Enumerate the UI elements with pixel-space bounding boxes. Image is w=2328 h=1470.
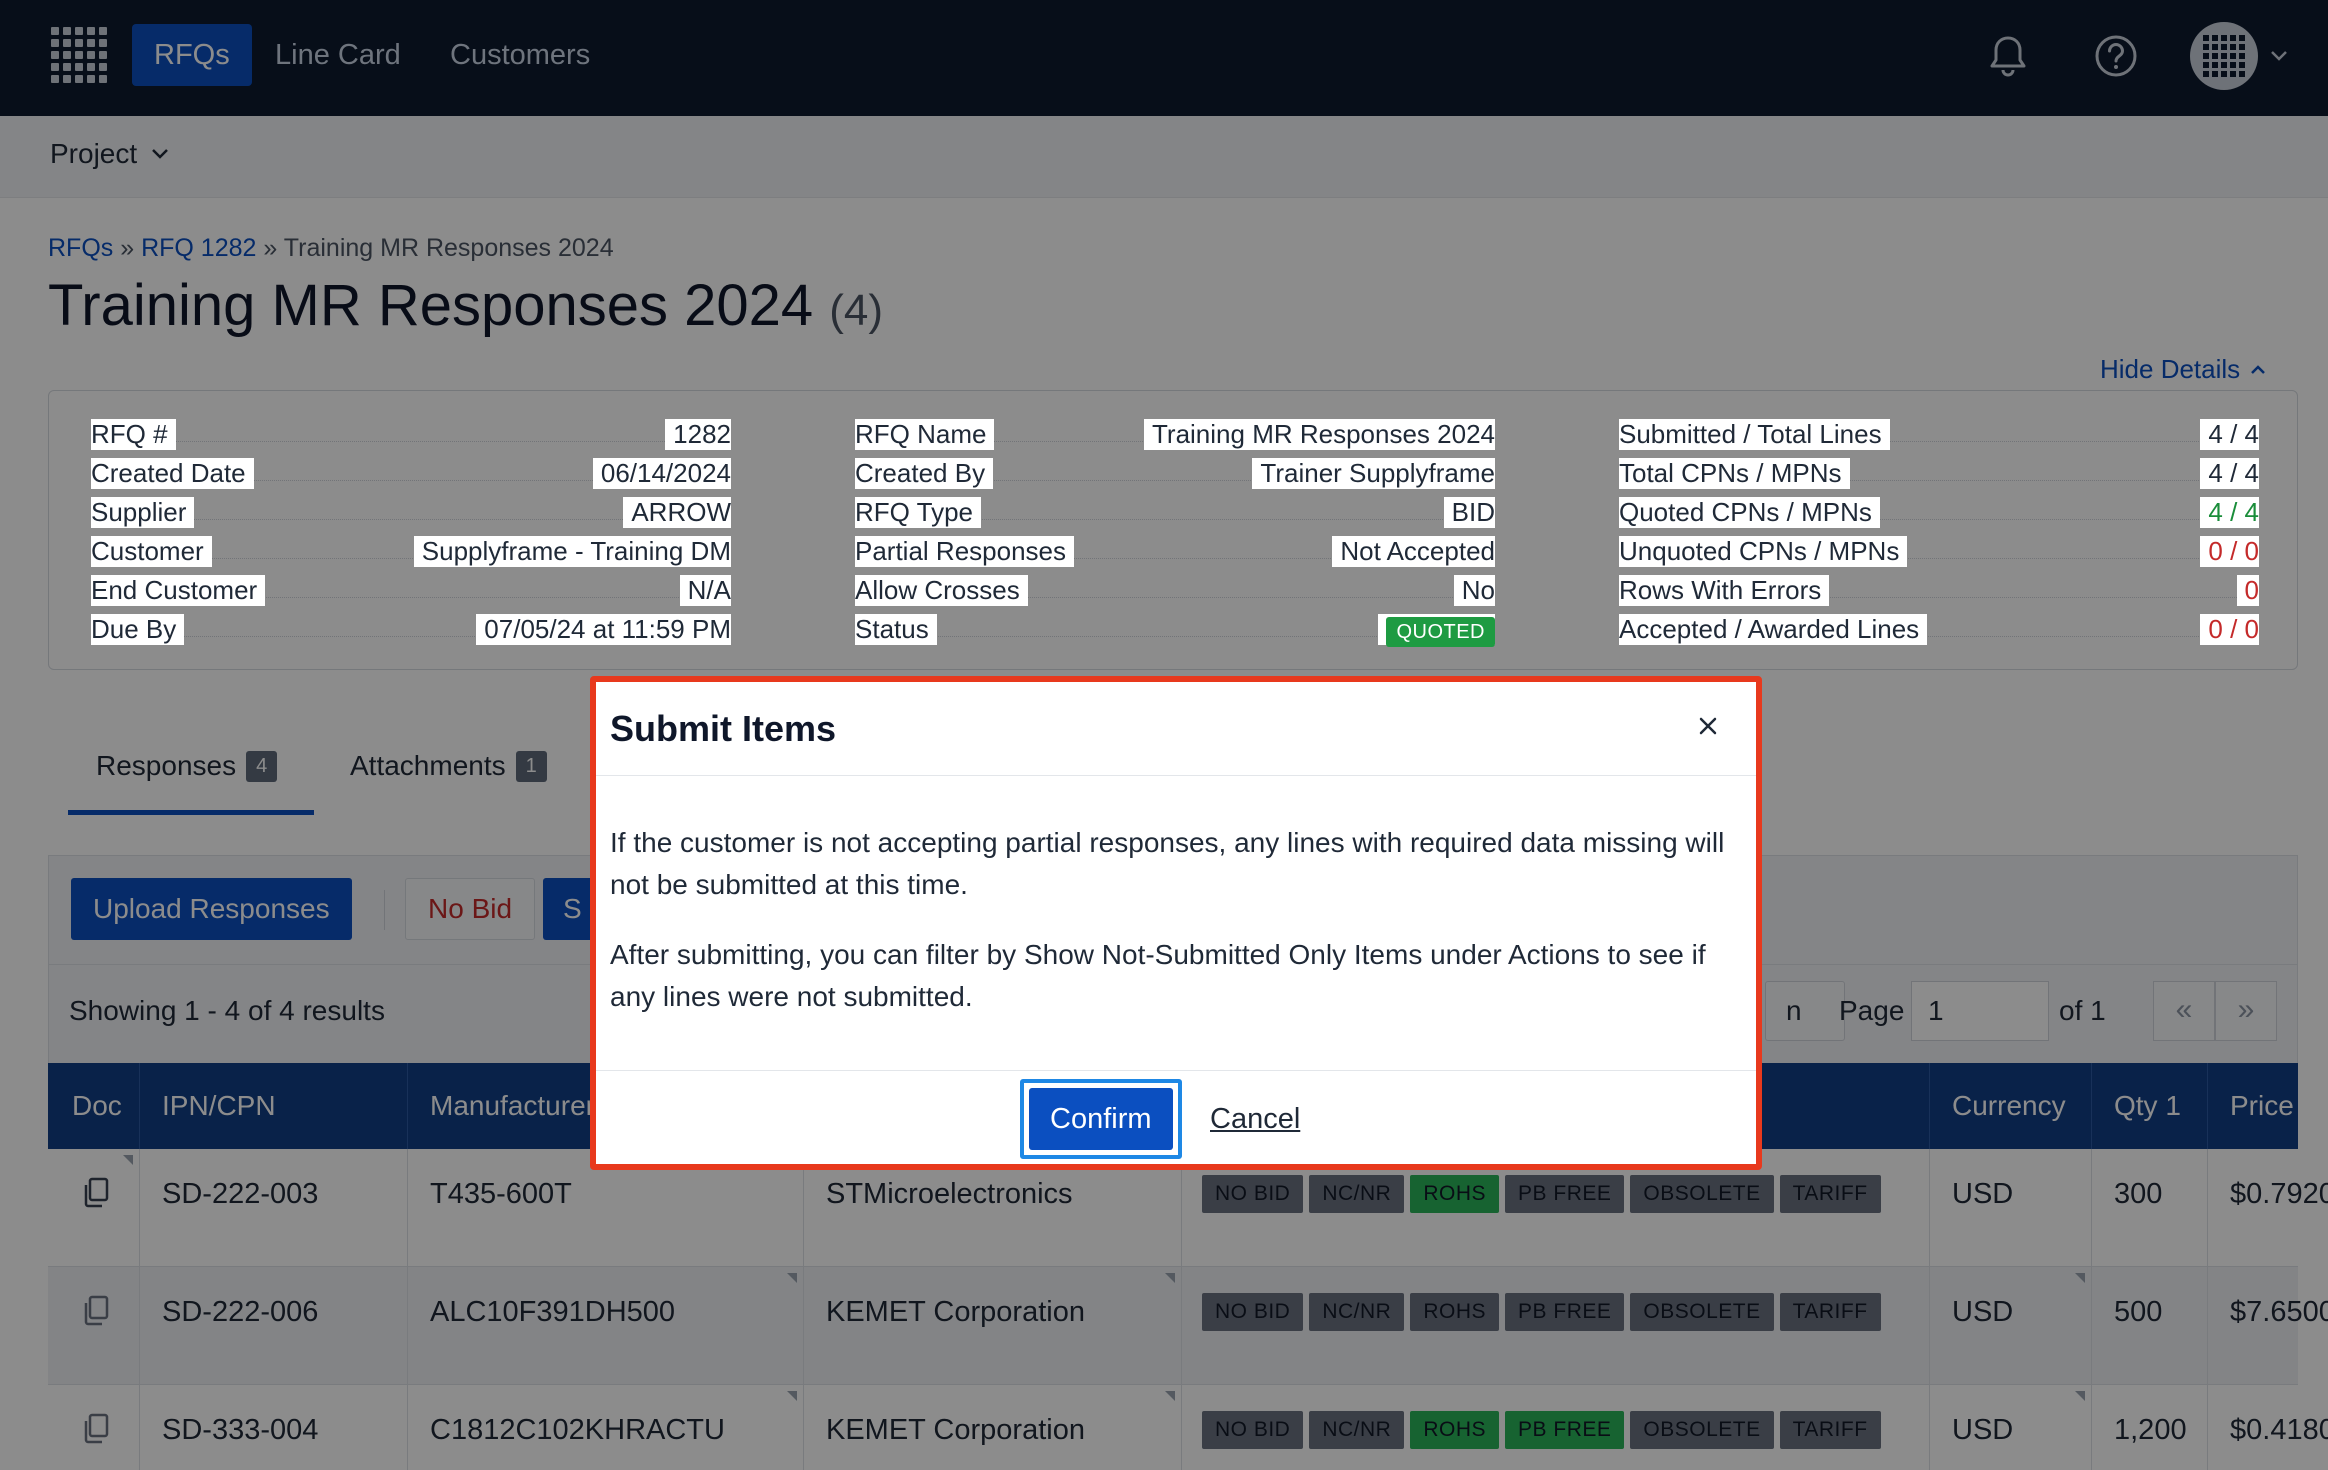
detail-value: ARROW bbox=[623, 497, 731, 528]
detail-key: Created Date bbox=[91, 458, 254, 489]
detail-value: Trainer Supplyframe bbox=[1252, 458, 1495, 489]
detail-value: 4 / 4 bbox=[2200, 497, 2259, 528]
detail-key: Created By bbox=[855, 458, 994, 489]
detail-key: RFQ Type bbox=[855, 497, 982, 528]
detail-value: N/A bbox=[679, 575, 731, 606]
detail-value: BID bbox=[1443, 497, 1495, 528]
close-icon[interactable] bbox=[1692, 710, 1724, 742]
dialog-body: If the customer is not accepting partial… bbox=[610, 822, 1750, 1046]
dialog-message: If the customer is not accepting partial… bbox=[610, 827, 1725, 900]
detail-rfq-name: RFQ Name Training MR Responses 2024 bbox=[855, 415, 1495, 454]
detail-key: Total CPNs / MPNs bbox=[1619, 458, 1850, 489]
detail-value: Supplyframe - Training DM bbox=[413, 536, 731, 567]
detail-key: Status bbox=[855, 614, 937, 645]
dialog-title: Submit Items bbox=[610, 708, 837, 749]
detail-key: Partial Responses bbox=[855, 536, 1074, 567]
detail-key: Allow Crosses bbox=[855, 575, 1028, 606]
detail-key: RFQ # bbox=[91, 419, 176, 450]
detail-value: Not Accepted bbox=[1332, 536, 1495, 567]
detail-key: Supplier bbox=[91, 497, 195, 528]
status-badge: QUOTED bbox=[1386, 617, 1495, 647]
detail-value: 4 / 4 bbox=[2200, 458, 2259, 489]
dialog-footer: Confirm Cancel bbox=[596, 1070, 1756, 1170]
detail-key: RFQ Name bbox=[855, 419, 995, 450]
dialog-message: After submitting, you can filter by Show… bbox=[610, 939, 1706, 1012]
detail-value: No bbox=[1453, 575, 1495, 606]
cancel-link[interactable]: Cancel bbox=[1210, 1103, 1300, 1136]
detail-value: 0 / 0 bbox=[2200, 536, 2259, 567]
confirm-focus-ring: Confirm bbox=[1020, 1079, 1182, 1159]
detail-value: 07/05/24 at 11:59 PM bbox=[476, 614, 731, 645]
detail-key: Quoted CPNs / MPNs bbox=[1619, 497, 1880, 528]
detail-value: 1282 bbox=[665, 419, 731, 450]
detail-value: 06/14/2024 bbox=[592, 458, 731, 489]
confirm-button[interactable]: Confirm bbox=[1029, 1088, 1173, 1150]
detail-value: Training MR Responses 2024 bbox=[1144, 419, 1495, 450]
detail-value: 4 / 4 bbox=[2200, 419, 2259, 450]
dialog-header: Submit Items bbox=[596, 682, 1756, 776]
detail-key: Rows With Errors bbox=[1619, 575, 1830, 606]
detail-value: 0 / 0 bbox=[2200, 614, 2259, 645]
detail-key: Due By bbox=[91, 614, 185, 645]
detail-key: Accepted / Awarded Lines bbox=[1619, 614, 1928, 645]
detail-key: End Customer bbox=[91, 575, 266, 606]
detail-key: Unquoted CPNs / MPNs bbox=[1619, 536, 1908, 567]
detail-value: 0 bbox=[2236, 575, 2259, 606]
detail-key: Submitted / Total Lines bbox=[1619, 419, 1890, 450]
detail-key: Customer bbox=[91, 536, 212, 567]
submit-items-dialog: Submit Items If the customer is not acce… bbox=[590, 676, 1762, 1170]
